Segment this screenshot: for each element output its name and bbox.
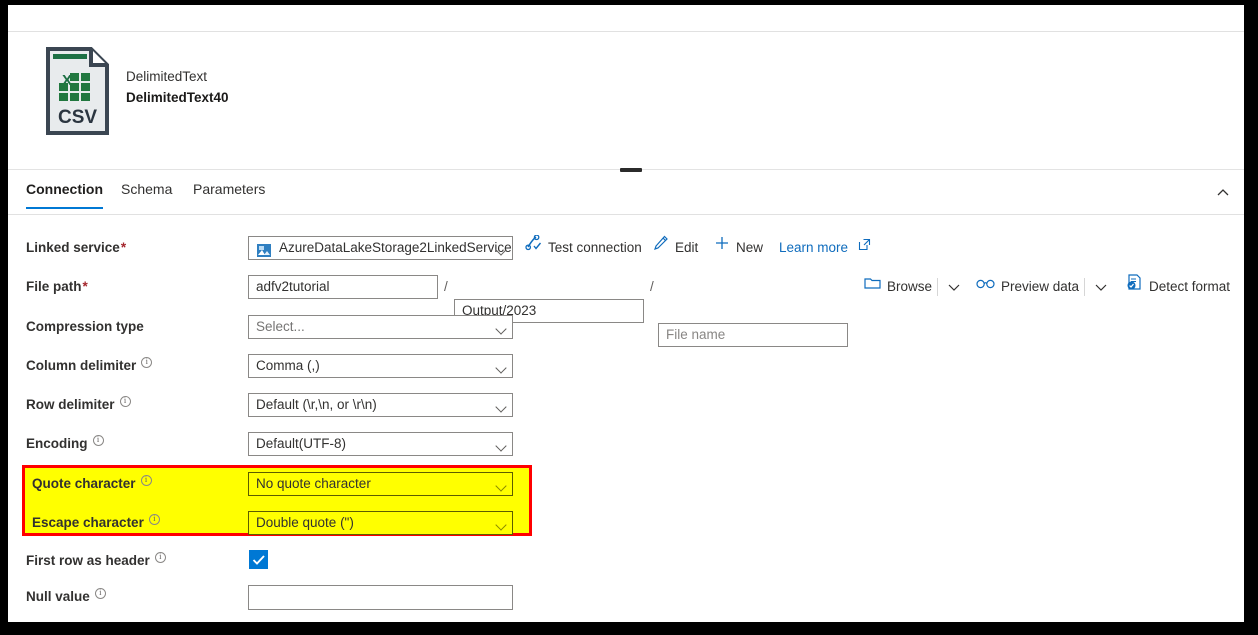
folder-icon [864, 274, 881, 298]
compression-type-label: Compression type [26, 319, 144, 334]
plus-icon [714, 235, 730, 259]
dataset-type-label: DelimitedText [126, 69, 208, 84]
new-button[interactable]: New [714, 236, 763, 260]
column-delimiter-select[interactable]: Comma (,) [248, 354, 513, 378]
linked-service-label: Linked service* [26, 240, 127, 255]
row-compression-type: Compression type Select... [8, 315, 1244, 339]
quote-character-value: No quote character [256, 476, 371, 491]
dataset-title-block: DelimitedText DelimitedText40 [126, 67, 229, 109]
test-connection-button[interactable]: Test connection [525, 234, 642, 260]
encoding-value: Default(UTF-8) [256, 436, 347, 451]
external-link-icon [858, 235, 871, 259]
row-first-row-as-header: First row as header [8, 549, 1244, 573]
row-row-delimiter: Row delimiter Default (\r,\n, or \r\n) [8, 393, 1244, 417]
required-marker: * [120, 240, 127, 255]
compression-type-select[interactable]: Select... [248, 315, 513, 339]
screenshot-root: X CSV DelimitedText DelimitedText40 Conn… [0, 0, 1258, 635]
drag-handle[interactable] [620, 168, 642, 172]
detect-format-icon [1126, 274, 1143, 298]
info-icon[interactable] [140, 473, 152, 486]
row-file-path: File path* adfv2tutorial / Output/2023 /… [8, 274, 1244, 347]
info-icon[interactable] [119, 394, 131, 407]
preview-caret-button[interactable] [1093, 275, 1113, 299]
first-row-as-header-checkbox[interactable] [249, 550, 268, 569]
quote-character-select[interactable]: No quote character [248, 472, 513, 496]
row-quote-character: Quote character No quote character [22, 472, 532, 496]
new-label: New [736, 240, 764, 255]
browse-caret-button[interactable] [946, 275, 966, 299]
linked-service-select[interactable]: AzureDataLakeStorage2LinkedService [248, 236, 513, 260]
chevron-down-icon [497, 521, 506, 526]
test-connection-icon [525, 234, 542, 259]
info-icon[interactable] [154, 550, 166, 563]
browse-label: Browse [887, 279, 933, 294]
first-row-as-header-label: First row as header [26, 549, 166, 573]
toolbar-separator [937, 278, 938, 296]
chevron-down-icon [497, 482, 506, 487]
test-connection-label: Test connection [548, 240, 642, 255]
required-marker: * [82, 279, 88, 294]
column-delimiter-label: Column delimiter [26, 354, 153, 378]
chevron-down-icon [497, 403, 506, 408]
path-separator: / [650, 279, 654, 294]
preview-data-button[interactable]: Preview data [976, 275, 1079, 299]
edit-button[interactable]: Edit [653, 236, 698, 260]
escape-character-select[interactable]: Double quote (") [248, 511, 513, 535]
chevron-down-icon [497, 246, 506, 251]
info-icon[interactable] [92, 433, 104, 446]
linked-service-value: AzureDataLakeStorage2LinkedService [279, 240, 512, 255]
row-delimiter-select[interactable]: Default (\r,\n, or \r\n) [248, 393, 513, 417]
dataset-header: X CSV DelimitedText DelimitedText40 [8, 32, 1244, 165]
dataset-name-label: DelimitedText40 [126, 90, 229, 105]
row-encoding: Encoding Default(UTF-8) [8, 432, 1244, 456]
row-column-delimiter: Column delimiter Comma (,) [8, 354, 1244, 378]
azure-data-lake-icon [257, 242, 271, 257]
info-icon[interactable] [94, 586, 106, 599]
info-icon[interactable] [148, 512, 160, 525]
encoding-select[interactable]: Default(UTF-8) [248, 432, 513, 456]
escape-character-value: Double quote (") [256, 515, 354, 530]
row-delimiter-value: Default (\r,\n, or \r\n) [256, 397, 377, 412]
row-linked-service: Linked service* AzureDataLakeStorage2Lin… [8, 234, 1244, 260]
chevron-down-icon [497, 325, 506, 330]
file-path-container-input[interactable]: adfv2tutorial [248, 275, 438, 299]
encoding-label: Encoding [26, 432, 104, 456]
glasses-icon [976, 274, 995, 298]
chevron-down-icon [497, 364, 506, 369]
detect-format-button[interactable]: Detect format [1126, 274, 1231, 299]
preview-data-label: Preview data [1001, 279, 1080, 294]
pencil-icon [653, 235, 669, 259]
detect-format-label: Detect format [1149, 279, 1231, 294]
file-path-label: File path* [26, 279, 88, 294]
svg-text:CSV: CSV [58, 107, 97, 128]
adf-dataset-panel: X CSV DelimitedText DelimitedText40 Conn… [8, 5, 1244, 622]
row-escape-character: Escape character Double quote (") [22, 511, 532, 535]
tab-parameters[interactable]: Parameters [193, 181, 265, 207]
tab-connection[interactable]: Connection [26, 181, 103, 209]
csv-file-icon: X CSV [46, 47, 109, 135]
path-separator: / [444, 279, 448, 294]
tab-bar: Connection Schema Parameters [8, 170, 1244, 215]
row-delimiter-label: Row delimiter [26, 393, 131, 417]
null-value-label: Null value [26, 585, 106, 609]
edit-label: Edit [675, 240, 699, 255]
chevron-up-icon[interactable] [1214, 184, 1232, 202]
info-icon[interactable] [141, 355, 153, 368]
tab-schema[interactable]: Schema [121, 181, 172, 207]
quote-character-label: Quote character [32, 472, 152, 496]
browse-button[interactable]: Browse [864, 275, 932, 299]
column-delimiter-value: Comma (,) [256, 358, 320, 373]
learn-more-link[interactable]: Learn more [779, 236, 871, 260]
compression-type-value: Select... [256, 319, 305, 334]
chevron-down-icon [497, 442, 506, 447]
escape-character-label: Escape character [32, 511, 160, 535]
row-null-value: Null value [8, 585, 1244, 610]
toolbar-separator [1084, 278, 1085, 296]
null-value-input[interactable] [248, 585, 513, 610]
learn-more-label: Learn more [779, 240, 849, 255]
